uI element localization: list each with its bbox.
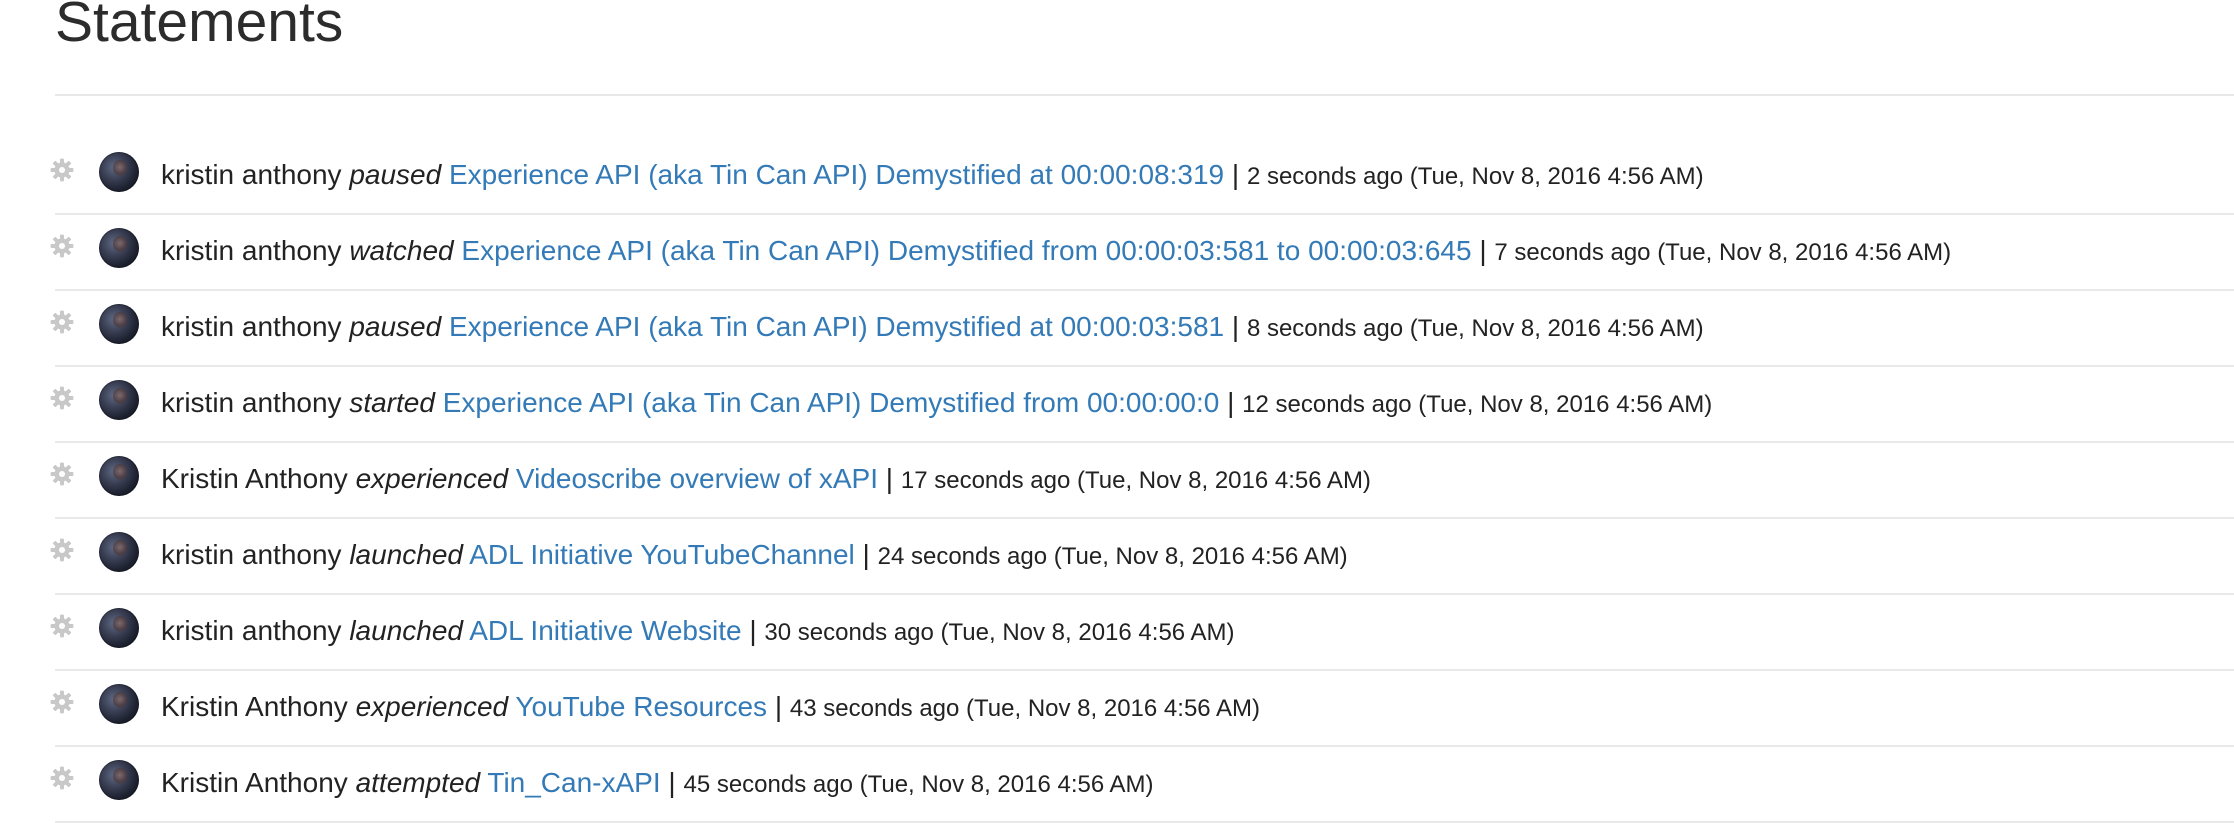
statement-row: kristin anthony paused Experience API (a… [50,139,2234,215]
gear-icon[interactable] [49,689,75,715]
gear-icon[interactable] [49,461,75,487]
statement-actor: kristin anthony [161,235,342,266]
statement-actor: kristin anthony [161,387,342,418]
avatar [99,684,139,724]
statement-row: Kristin Anthony experienced Videoscribe … [50,443,2234,519]
statement-actor: kristin anthony [161,615,342,646]
gear-icon[interactable] [49,309,75,335]
statement-actor: kristin anthony [161,311,342,342]
statement-activity-link[interactable]: ADL Initiative Website [469,615,741,646]
avatar [99,608,139,648]
statement-separator: | [1231,159,1240,190]
statement-activity-link[interactable]: Experience API (aka Tin Can API) Demysti… [461,235,1471,266]
statement-verb: experienced [355,463,509,494]
statement-list: kristin anthony paused Experience API (a… [50,139,2234,823]
statement-separator: | [749,615,757,646]
statement-text: kristin anthony paused Experience API (a… [161,310,1704,346]
statement-text: Kristin Anthony experienced YouTube Reso… [161,690,1260,726]
statement-timestamp: 24 seconds ago (Tue, Nov 8, 2016 4:56 AM… [877,543,1348,570]
statement-row: Kristin Anthony experienced YouTube Reso… [50,671,2234,747]
page-title: Statements [55,0,344,54]
gear-icon[interactable] [49,157,75,183]
statement-separator: | [668,767,676,798]
statement-timestamp: 17 seconds ago (Tue, Nov 8, 2016 4:56 AM… [900,467,1371,494]
statement-verb: paused [349,159,442,190]
statement-activity-link[interactable]: Experience API (aka Tin Can API) Demysti… [449,159,1224,190]
avatar [99,228,139,268]
statement-verb: attempted [355,767,481,798]
statement-timestamp: 12 seconds ago (Tue, Nov 8, 2016 4:56 AM… [1242,391,1713,418]
title-divider [55,94,2234,96]
statement-text: Kristin Anthony experienced Videoscribe … [161,462,1371,498]
statement-timestamp: 45 seconds ago (Tue, Nov 8, 2016 4:56 AM… [683,771,1154,798]
gear-icon[interactable] [49,233,75,259]
statement-activity-link[interactable]: ADL Initiative YouTubeChannel [469,539,855,570]
statement-verb: started [349,387,435,418]
statement-separator: | [862,539,870,570]
statement-actor: kristin anthony [161,539,342,570]
gear-icon[interactable] [49,385,75,411]
statement-verb: experienced [355,691,509,722]
statement-row: kristin anthony started Experience API (… [50,367,2234,443]
statement-row: kristin anthony launched ADL Initiative … [50,519,2234,595]
statement-activity-link[interactable]: Experience API (aka Tin Can API) Demysti… [443,387,1220,418]
statement-separator: | [885,463,894,494]
statement-text: kristin anthony launched ADL Initiative … [161,614,1234,650]
avatar [99,760,139,800]
avatar [99,380,139,420]
statement-text: kristin anthony launched ADL Initiative … [161,538,1348,574]
statement-row: kristin anthony launched ADL Initiative … [50,595,2234,671]
gear-icon[interactable] [49,765,75,791]
statement-actor: Kristin Anthony [161,767,348,798]
statement-timestamp: 30 seconds ago (Tue, Nov 8, 2016 4:56 AM… [764,619,1235,646]
statement-verb: paused [349,311,442,342]
statement-actor: Kristin Anthony [161,463,348,494]
statement-timestamp: 7 seconds ago (Tue, Nov 8, 2016 4:56 AM) [1494,239,1952,266]
statement-verb: watched [349,235,454,266]
statement-timestamp: 2 seconds ago (Tue, Nov 8, 2016 4:56 AM) [1246,163,1704,190]
statement-text: kristin anthony watched Experience API (… [161,234,1951,270]
gear-icon[interactable] [49,613,75,639]
statement-actor: kristin anthony [161,159,342,190]
gear-icon[interactable] [49,537,75,563]
statement-text: kristin anthony started Experience API (… [161,386,1712,422]
statement-separator: | [774,691,783,722]
statement-row: kristin anthony watched Experience API (… [50,215,2234,291]
statement-text: Kristin Anthony attempted Tin_Can-xAPI |… [161,766,1154,802]
avatar [99,532,139,572]
statement-row: Kristin Anthony attempted Tin_Can-xAPI |… [50,747,2234,823]
avatar [99,456,139,496]
statement-timestamp: 43 seconds ago (Tue, Nov 8, 2016 4:56 AM… [789,695,1260,722]
statement-row: kristin anthony paused Experience API (a… [50,291,2234,367]
statement-separator: | [1231,311,1240,342]
statement-actor: Kristin Anthony [161,691,348,722]
statement-activity-link[interactable]: Tin_Can-xAPI [487,767,660,798]
statement-text: kristin anthony paused Experience API (a… [161,158,1704,194]
statement-activity-link[interactable]: Experience API (aka Tin Can API) Demysti… [449,311,1224,342]
statement-verb: launched [349,539,463,570]
avatar [99,304,139,344]
avatar [99,152,139,192]
statement-activity-link[interactable]: Videoscribe overview of xAPI [516,463,878,494]
statement-verb: launched [349,615,463,646]
statement-activity-link[interactable]: YouTube Resources [515,691,767,722]
statement-timestamp: 8 seconds ago (Tue, Nov 8, 2016 4:56 AM) [1246,315,1704,342]
statement-separator: | [1479,235,1487,266]
statement-separator: | [1227,387,1235,418]
